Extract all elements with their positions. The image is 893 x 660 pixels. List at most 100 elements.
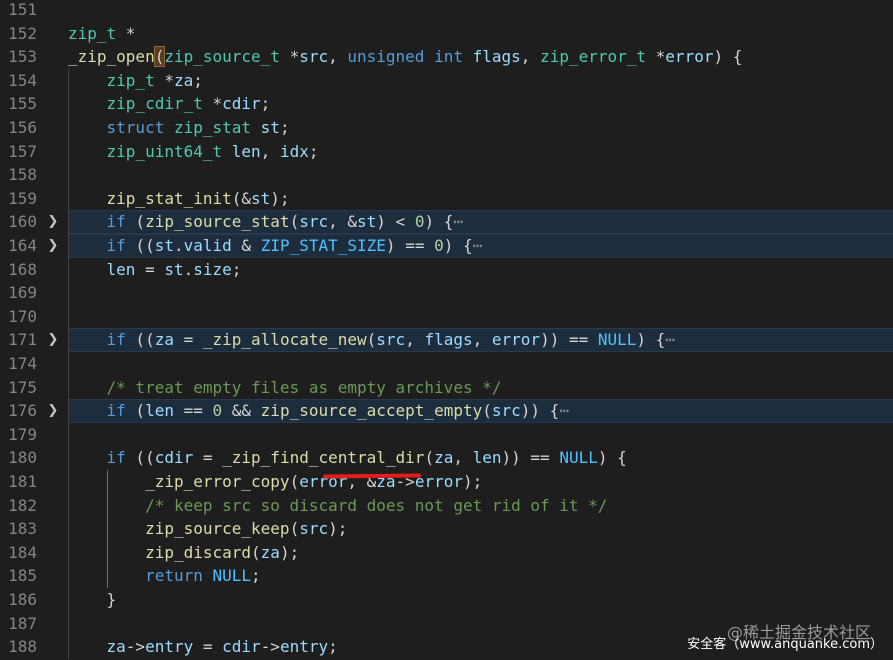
code-line-180[interactable]: 180 if ((cdir = _zip_find_central_dir(za… (0, 446, 893, 470)
line-number: 155 (8, 94, 37, 114)
code-line-168[interactable]: 168 len = st.size; (0, 258, 893, 282)
code-line-154[interactable]: 154 zip_t *za; (0, 69, 893, 93)
code-token: , (520, 47, 541, 67)
code-token: cdir (222, 637, 261, 657)
code-token: if (106, 236, 126, 255)
line-number: 152 (8, 23, 37, 43)
line-number: 183 (8, 519, 37, 539)
code-line-153[interactable]: 153 _zip_open(zip_source_t *src, unsigned… (0, 45, 893, 69)
code-token: ; (328, 637, 338, 657)
code-token: entry (145, 637, 194, 657)
code-line-156[interactable]: 156 struct zip_stat st; (0, 116, 893, 140)
fold-chevron-right-icon[interactable]: ❯ (46, 210, 60, 234)
code-token: ); (462, 472, 483, 491)
code-token: NULL (212, 566, 252, 586)
code-token: )) == (540, 330, 598, 350)
code-token: zip_t (106, 70, 155, 90)
code-token: -> (260, 637, 280, 657)
code-token: = (193, 637, 223, 657)
code-text: zip_cdir_t *cdir; (68, 92, 271, 116)
code-token: if (106, 330, 126, 350)
code-token: * (154, 70, 174, 90)
line-number: 182 (8, 495, 37, 515)
line-number: 179 (8, 424, 37, 444)
code-line-164[interactable]: 164 ❯ if ((st.valid & ZIP_STAT_SIZE) == 0… (0, 234, 893, 258)
code-token: ); (270, 188, 290, 208)
code-token: * (646, 47, 666, 67)
code-text: struct zip_stat st; (68, 116, 290, 140)
code-line-159[interactable]: 159 zip_stat_init(&st); (0, 187, 893, 211)
code-token: src (491, 401, 521, 421)
code-line-157[interactable]: 157 zip_uint64_t len, idx; (0, 140, 893, 164)
code-line-151[interactable]: 151 (0, 0, 893, 22)
code-line-179[interactable]: 179 (0, 423, 893, 447)
fold-chevron-right-icon[interactable]: ❯ (46, 399, 60, 423)
code-token: ) { (443, 236, 473, 255)
code-token: * (202, 94, 223, 114)
code-token: ) == (385, 236, 435, 255)
code-token: ) { (597, 448, 627, 468)
code-line-158[interactable]: 158 (0, 163, 893, 187)
code-token: len (472, 448, 502, 468)
code-token: )) == (501, 448, 560, 468)
line-number: 151 (8, 0, 37, 19)
code-line-185[interactable]: 185 return NULL; (0, 564, 893, 588)
code-line-152[interactable]: 152 zip_t * (0, 22, 893, 46)
code-line-155[interactable]: 155 zip_cdir_t *cdir; (0, 92, 893, 116)
code-token: * (116, 23, 136, 43)
code-token: error (414, 472, 463, 491)
line-number: 168 (8, 259, 37, 279)
code-token: src (299, 519, 329, 539)
code-line-176[interactable]: 176 ❯ if (len == 0 && zip_source_accept_e… (0, 399, 893, 423)
code-token: . (173, 236, 184, 255)
code-text: /* keep src so discard does not get rid … (68, 494, 607, 518)
code-token: size (193, 259, 232, 279)
code-line-175[interactable]: 175 /* treat empty files as empty archiv… (0, 376, 893, 400)
code-token: cdir (222, 94, 261, 114)
line-number: 164 (8, 236, 37, 255)
code-token: , (405, 330, 425, 350)
line-number: 188 (8, 637, 37, 657)
code-text: len = st.size; (68, 258, 242, 282)
code-line-174[interactable]: 174 (0, 352, 893, 376)
code-line-181[interactable]: 181 _zip_error_copy(error, &za->error); (0, 470, 893, 494)
fold-chevron-right-icon[interactable]: ❯ (46, 234, 60, 258)
code-token: zip_discard (145, 542, 252, 562)
code-token: st (251, 188, 271, 208)
code-line-160[interactable]: 160 ❯ if (zip_source_stat(src, &st) < 0) … (0, 210, 893, 234)
code-text: return NULL; (68, 564, 261, 588)
code-token: ( (289, 212, 300, 232)
code-line-184[interactable]: 184 zip_discard(za); (0, 541, 893, 565)
code-token: , & (328, 212, 358, 232)
code-editor[interactable]: 151 152 zip_t * 153 _zip_open(zip_source_t *… (0, 0, 893, 660)
code-token: zip_stat_init (106, 188, 232, 208)
code-token: ; (193, 70, 203, 90)
code-token: len (231, 141, 261, 161)
line-number: 185 (8, 566, 37, 586)
code-token: (( (125, 236, 155, 255)
code-line-186[interactable]: 186 } (0, 588, 893, 612)
fold-chevron-right-icon[interactable]: ❯ (46, 328, 60, 352)
code-line-170[interactable]: 170 (0, 305, 893, 329)
line-number: 180 (8, 448, 37, 468)
code-token: NULL (559, 448, 598, 468)
code-token: ) { (636, 330, 666, 350)
code-line-169[interactable]: 169 (0, 281, 893, 305)
code-token: idx (279, 141, 309, 161)
code-line-182[interactable]: 182 /* keep src so discard does not get … (0, 494, 893, 518)
code-token: ) { (713, 47, 743, 67)
code-token: st (164, 259, 184, 279)
code-line-183[interactable]: 183 zip_source_keep(src); (0, 517, 893, 541)
code-line-171[interactable]: 171 ❯ if ((za = _zip_allocate_new(src, fl… (0, 328, 893, 352)
code-token: & (231, 236, 261, 255)
code-token: ) { (424, 212, 454, 232)
